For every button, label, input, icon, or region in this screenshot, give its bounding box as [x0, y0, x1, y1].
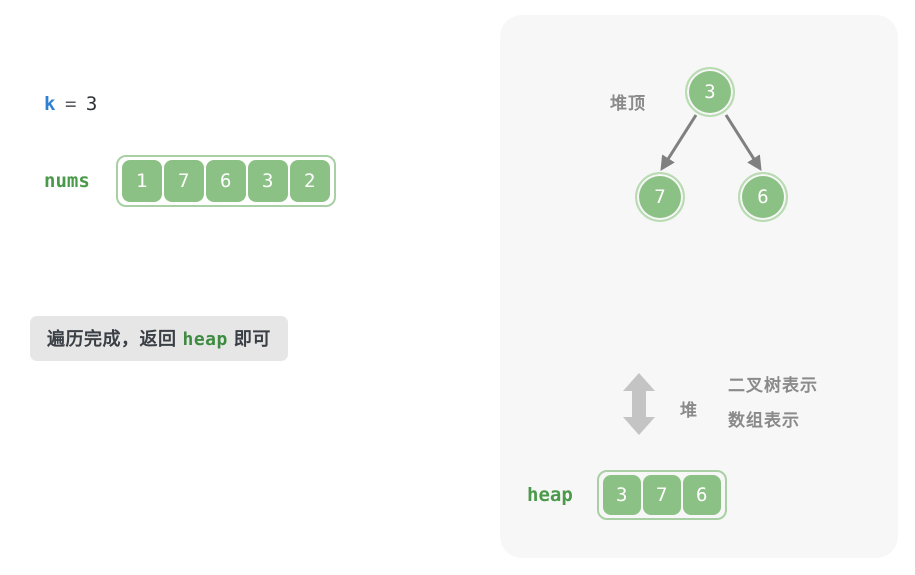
message-suffix: 即可: [233, 329, 271, 349]
nums-array-box: 1 7 6 3 2: [115, 155, 336, 207]
binary-tree-diagram: 堆顶 3 7 6: [500, 15, 898, 265]
tree-node-root: 3: [685, 67, 735, 117]
array-representation-label: 数组表示: [728, 411, 800, 430]
up-down-arrow-icon: [623, 373, 655, 435]
assignment-operator: =: [64, 93, 77, 115]
variable-k-name: k: [44, 93, 56, 115]
array-cell: 2: [289, 160, 330, 202]
heap-array-label: heap: [527, 484, 573, 506]
heap-array-row: heap 3 7 6: [527, 470, 727, 520]
representation-relation-row: 堆 二叉树表示 数组表示: [500, 360, 898, 455]
heap-center-label: 堆: [680, 401, 697, 420]
heap-array-box: 3 7 6: [596, 470, 727, 520]
representation-labels: 二叉树表示 数组表示: [728, 368, 818, 438]
array-cell: 6: [205, 160, 246, 202]
message-prefix: 遍历完成，返回: [47, 329, 177, 349]
status-message-bubble: 遍历完成，返回 heap 即可: [30, 316, 288, 361]
array-cell: 7: [642, 475, 681, 515]
tree-node-right-child: 6: [738, 172, 788, 222]
tree-node-left-child: 7: [635, 172, 685, 222]
variable-k-assignment: k = 3: [44, 93, 98, 115]
array-cell: 7: [163, 160, 204, 202]
heap-visualization-panel: 堆顶 3 7 6 堆 二叉树表示 数组表示 heap 3 7 6: [500, 15, 898, 558]
array-cell: 1: [121, 160, 162, 202]
variable-k-value: 3: [85, 93, 98, 115]
tree-edge-left: [660, 114, 698, 172]
array-cell: 3: [247, 160, 288, 202]
binary-tree-representation-label: 二叉树表示: [728, 376, 818, 395]
array-cell: 3: [602, 475, 641, 515]
tree-edges-group: [660, 114, 762, 172]
array-cell: 6: [682, 475, 721, 515]
message-code-word: heap: [182, 329, 228, 350]
left-column: k = 3 nums 1 7 6 3 2 遍历完成，返回 heap 即可: [0, 0, 480, 575]
tree-edge-right: [724, 114, 762, 172]
nums-array-row: nums 1 7 6 3 2: [44, 155, 336, 207]
nums-array-label: nums: [44, 170, 90, 192]
